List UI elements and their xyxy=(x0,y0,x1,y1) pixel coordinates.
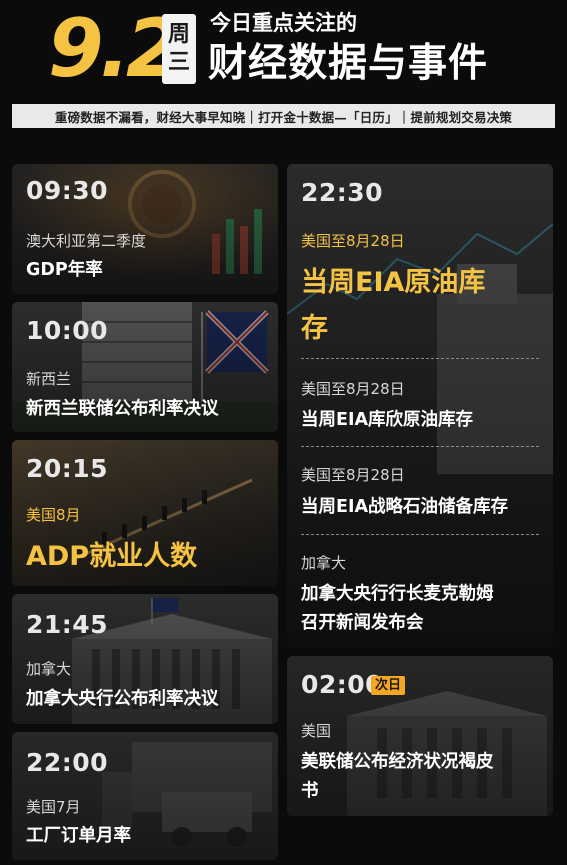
event-region: 美国8月 xyxy=(26,506,81,524)
event-title: 加拿大央行公布利率决议 xyxy=(26,689,219,709)
event-card-1000[interactable]: 10:00 新西兰 新西兰联储公布利率决议 xyxy=(12,302,278,432)
event-region: 美国7月 xyxy=(26,798,81,816)
event-card-2015[interactable]: 20:15 美国8月 ADP就业人数 xyxy=(12,440,278,586)
event-card-0930[interactable]: 09:30 澳大利亚第二季度 GDP年率 xyxy=(12,164,278,294)
event-region: 美国至8月28日 xyxy=(301,232,405,250)
weekday-badge: 周 三 xyxy=(162,14,196,84)
weekday-char-1: 周 xyxy=(167,22,190,47)
event-title-line-2: 召开新闻发布会 xyxy=(301,613,424,633)
event-card-2230[interactable]: 22:30 美国至8月28日 当周EIA原油库 存 美国至8月28日 当周EIA… xyxy=(287,164,553,648)
event-title-line-2: 存 xyxy=(301,313,328,344)
event-time: 09:30 xyxy=(26,176,109,205)
event-region: 加拿大 xyxy=(301,554,347,572)
weekday-char-2: 三 xyxy=(167,50,190,75)
event-title: 当周EIA库欣原油库存 xyxy=(301,410,474,430)
event-time: 22:30 xyxy=(301,178,384,207)
event-title-line-1: 美联储公布经济状况褐皮 xyxy=(301,752,494,772)
event-card-2200[interactable]: 22:00 美国7月 工厂订单月率 xyxy=(12,732,278,860)
event-title: ADP就业人数 xyxy=(26,541,198,572)
event-region: 美国至8月28日 xyxy=(301,380,405,398)
event-time: 22:00 xyxy=(26,748,109,777)
event-title-line-2: 书 xyxy=(301,781,319,801)
header: 9.2 周 三 今日重点关注的 财经数据与事件 xyxy=(0,0,567,100)
header-date: 9.2 xyxy=(48,2,182,95)
event-title: GDP年率 xyxy=(26,260,103,280)
divider xyxy=(301,358,539,359)
tagline: 重磅数据不漏看，财经大事早知晓｜打开金十数据—「日历」｜提前规划交易决策 xyxy=(12,104,555,128)
divider xyxy=(301,534,539,535)
event-region: 加拿大 xyxy=(26,660,72,678)
header-subtitle: 今日重点关注的 xyxy=(210,11,357,35)
next-day-badge: 次日 xyxy=(371,676,406,695)
event-region: 美国至8月28日 xyxy=(301,466,405,484)
event-region: 澳大利亚第二季度 xyxy=(26,232,147,250)
event-time: 10:00 xyxy=(26,316,109,345)
event-title: 工厂订单月率 xyxy=(26,826,131,846)
event-title-line-1: 当周EIA原油库 xyxy=(301,267,486,298)
event-title: 新西兰联储公布利率决议 xyxy=(26,399,219,419)
event-title: 当周EIA战略石油储备库存 xyxy=(301,497,509,517)
event-card-2145[interactable]: 21:45 加拿大 加拿大央行公布利率决议 xyxy=(12,594,278,724)
event-time: 21:45 xyxy=(26,610,109,639)
event-region: 美国 xyxy=(301,722,332,740)
event-title-line-1: 加拿大央行行长麦克勒姆 xyxy=(301,584,494,604)
page: 9.2 周 三 今日重点关注的 财经数据与事件 重磅数据不漏看，财经大事早知晓｜… xyxy=(0,0,567,865)
divider xyxy=(301,446,539,447)
event-region: 新西兰 xyxy=(26,370,72,388)
event-time: 20:15 xyxy=(26,454,109,483)
header-title: 财经数据与事件 xyxy=(208,41,489,86)
event-card-0200[interactable]: 02:00 次日 美国 美联储公布经济状况褐皮 书 xyxy=(287,656,553,816)
